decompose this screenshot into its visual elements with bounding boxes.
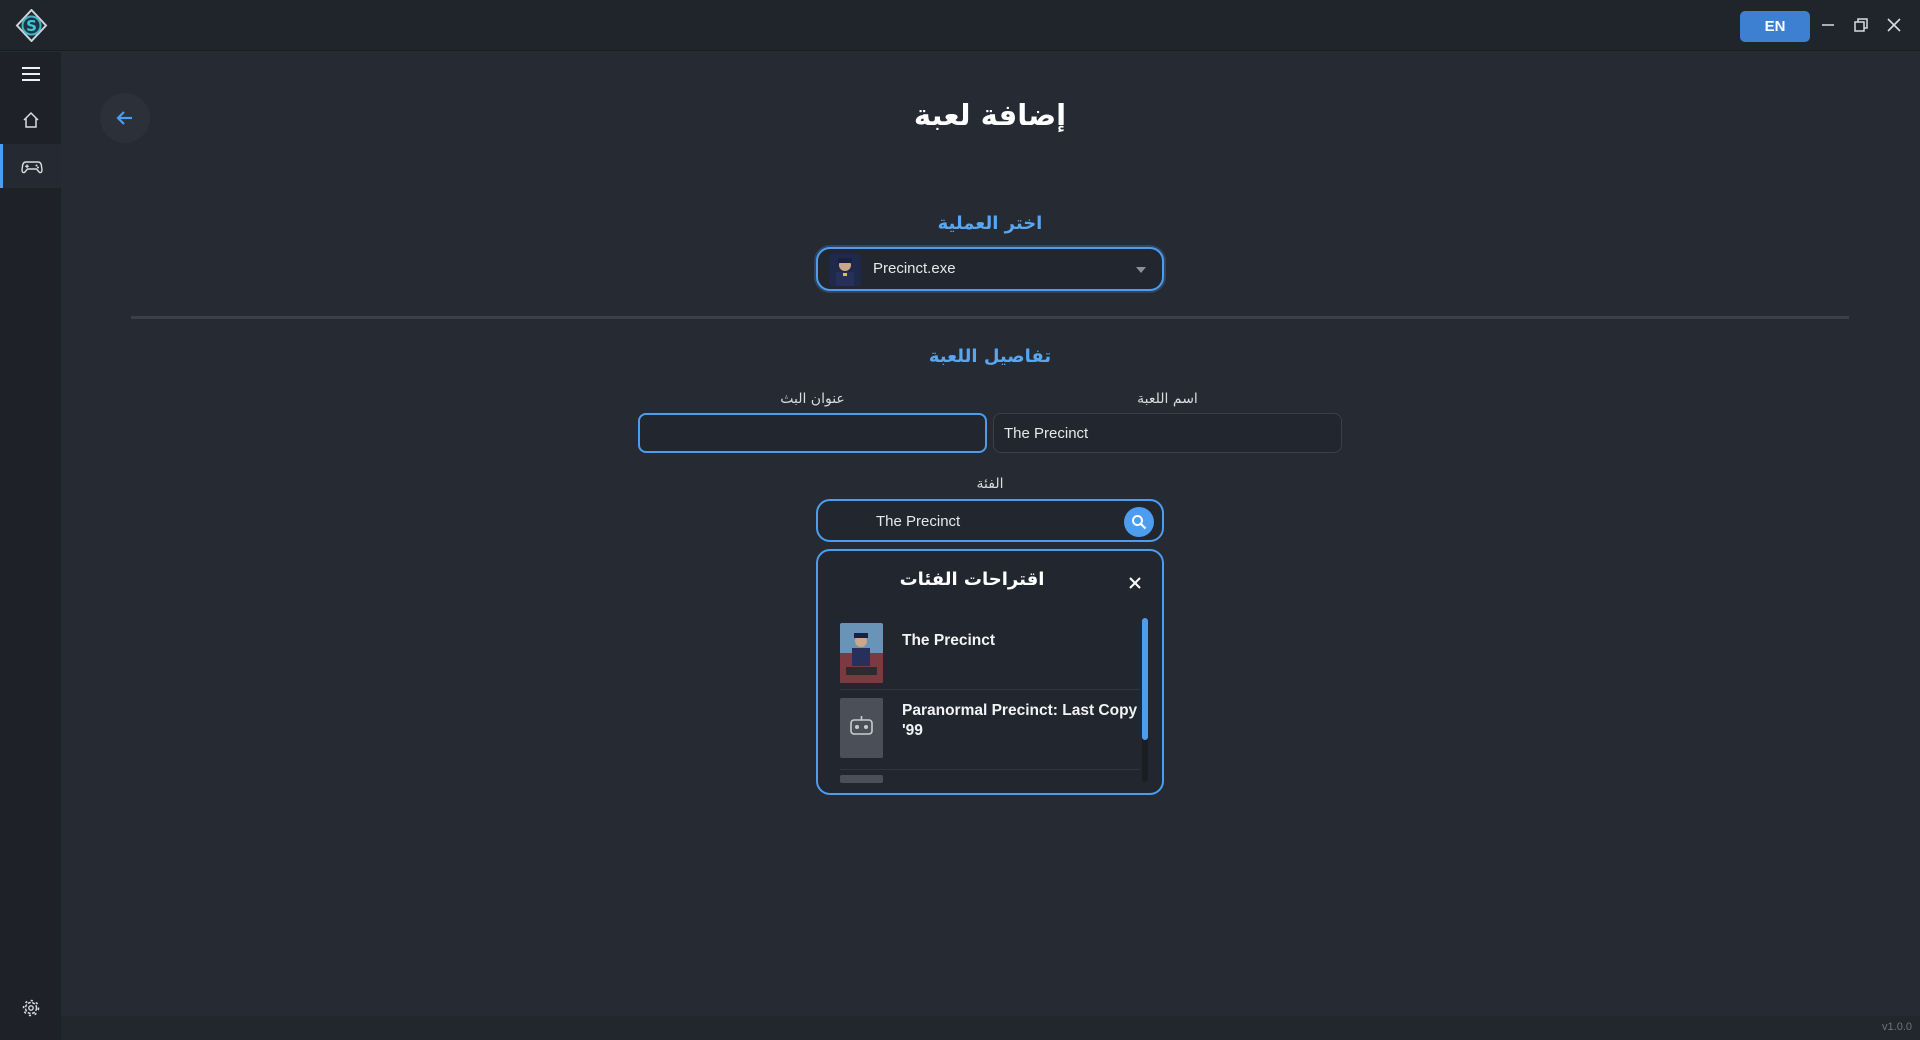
process-select[interactable]: Precinct.exe: [816, 247, 1164, 291]
suggestion-cover-image: [840, 623, 883, 683]
details-section-label: تفاصيل اللعبة: [928, 346, 1052, 367]
suggestion-name: Paranormal Precinct: Last Copy '99: [902, 702, 1138, 739]
scrollbar-thumb[interactable]: [1142, 618, 1148, 740]
suggestion-name: The Precinct: [902, 632, 996, 649]
stream-title-input[interactable]: [638, 413, 987, 453]
process-selected-value: Precinct.exe: [873, 260, 956, 277]
category-search-input[interactable]: The Precinct: [876, 513, 960, 530]
sidebar-settings-button[interactable]: [0, 986, 61, 1030]
restore-icon[interactable]: [1851, 15, 1871, 35]
minimize-icon[interactable]: [1818, 15, 1838, 35]
search-button[interactable]: [1124, 507, 1154, 537]
category-suggestions-panel: اقتراحات الفئات The Precinct Paranormal …: [816, 549, 1164, 795]
app-version: v1.0.0: [1882, 1021, 1912, 1033]
gamepad-placeholder-icon: [850, 716, 873, 735]
sidebar: [0, 52, 61, 1040]
close-icon[interactable]: [1128, 575, 1142, 589]
process-thumbnail: [829, 254, 861, 286]
suggestions-title: اقتراحات الفئات: [899, 569, 1045, 590]
category-search-box[interactable]: The Precinct: [816, 499, 1164, 542]
app-logo-icon: S: [15, 8, 48, 43]
sidebar-menu-button[interactable]: [0, 52, 61, 96]
suggestion-placeholder-image: [840, 698, 883, 758]
section-divider: [131, 316, 1849, 319]
hamburger-icon: [21, 67, 40, 81]
status-bar: v1.0.0: [61, 1016, 1920, 1040]
language-button[interactable]: EN: [1740, 11, 1810, 42]
game-name-label: اسم اللعبة: [1137, 391, 1198, 407]
title-bar: S EN: [0, 0, 1920, 51]
suggestion-item[interactable]: Paranormal Precinct: Last Copy '99: [840, 691, 1140, 770]
chevron-down-icon: [1136, 267, 1146, 273]
svg-text:S: S: [26, 17, 37, 35]
suggestion-placeholder-image: [840, 775, 883, 783]
search-icon: [1132, 515, 1147, 530]
category-label: الفئة: [976, 476, 1004, 492]
sidebar-item-games[interactable]: [0, 144, 61, 188]
gear-icon: [22, 999, 39, 1017]
suggestion-item[interactable]: The Precinct: [840, 618, 1140, 690]
suggestions-scrollbar[interactable]: [1142, 618, 1148, 782]
process-section-label: اختر العملية: [937, 213, 1043, 234]
page-title: إضافة لعبة: [913, 98, 1067, 132]
game-name-input[interactable]: The Precinct: [993, 413, 1342, 453]
gamepad-icon: [21, 161, 43, 174]
stream-title-label: عنوان البث: [780, 391, 845, 407]
close-window-icon[interactable]: [1884, 15, 1904, 35]
